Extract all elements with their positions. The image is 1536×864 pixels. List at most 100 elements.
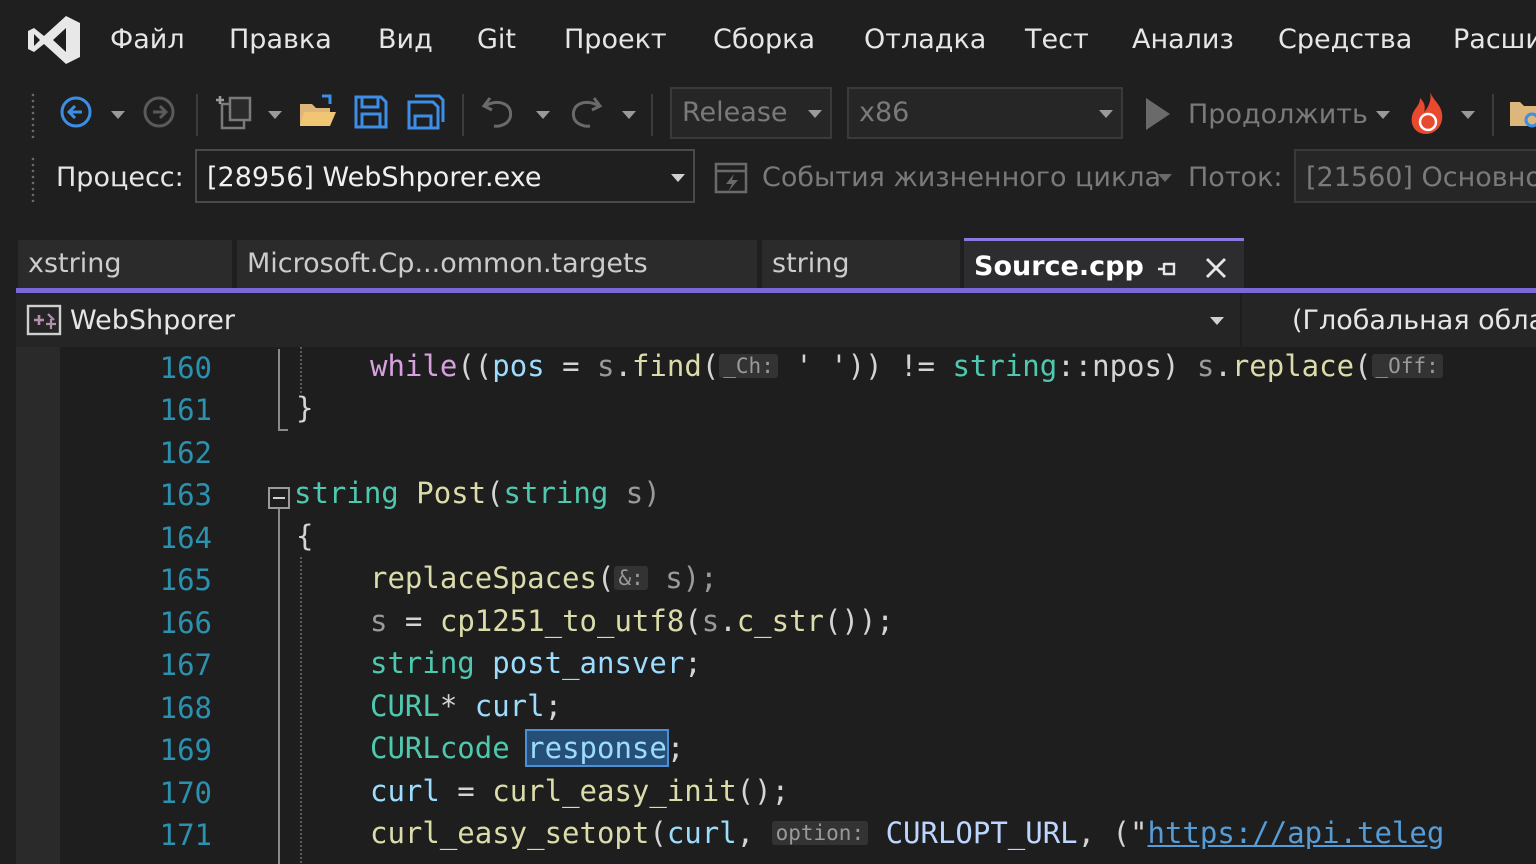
tab-string[interactable]: string bbox=[762, 240, 960, 290]
tab-label: Microsoft.Cp...ommon.targets bbox=[247, 248, 648, 279]
tab-microsoft-cpp-common-targets[interactable]: Microsoft.Cp...ommon.targets bbox=[237, 240, 757, 290]
url-link[interactable]: https://api.teleg bbox=[1147, 816, 1444, 850]
chevron-down-icon bbox=[1210, 317, 1224, 325]
solution-platform-select[interactable]: x86 bbox=[847, 87, 1123, 139]
line-number: 169 bbox=[159, 733, 212, 767]
hot-reload-icon[interactable] bbox=[1408, 90, 1450, 136]
lifecycle-events-icon[interactable] bbox=[714, 160, 750, 196]
tab-xstring[interactable]: xstring bbox=[18, 240, 232, 290]
code-line-164[interactable]: { bbox=[296, 519, 313, 553]
debug-location-toolbar: Процесс: [28956] WebShporer.exe События … bbox=[0, 146, 1536, 210]
menu-debug[interactable]: Отладка bbox=[864, 24, 986, 55]
document-tabs: xstring Microsoft.Cp...ommon.targets str… bbox=[0, 238, 1536, 292]
menu-extensions[interactable]: Расши bbox=[1453, 24, 1536, 55]
toolbar-grip[interactable] bbox=[30, 156, 36, 202]
process-label: Процесс: bbox=[56, 162, 184, 193]
navigation-bar: WebShporer (Глобальная обла bbox=[16, 293, 1536, 347]
line-number: 168 bbox=[159, 691, 212, 725]
code-line-161[interactable]: } bbox=[296, 391, 313, 425]
menu-tools[interactable]: Средства bbox=[1278, 24, 1412, 55]
tab-label: Source.cpp bbox=[974, 251, 1144, 282]
menu-test[interactable]: Тест bbox=[1025, 24, 1089, 55]
menu-git[interactable]: Git bbox=[477, 24, 516, 55]
line-number: 166 bbox=[159, 606, 212, 640]
close-tab-icon[interactable] bbox=[1204, 256, 1228, 280]
thread-label: Поток: bbox=[1188, 162, 1283, 193]
new-project-icon[interactable] bbox=[214, 94, 254, 132]
line-number: 162 bbox=[159, 436, 212, 470]
chevron-down-icon bbox=[1099, 110, 1113, 118]
line-number: 161 bbox=[159, 393, 212, 427]
back-dropdown-caret[interactable] bbox=[111, 111, 125, 119]
menu-project[interactable]: Проект bbox=[564, 24, 667, 55]
cpp-project-icon bbox=[26, 304, 62, 336]
code-line-170[interactable]: curl = curl_easy_init(); bbox=[370, 774, 789, 808]
navigate-forward-icon[interactable] bbox=[141, 94, 177, 130]
standard-toolbar: Release x86 Продолжить bbox=[0, 84, 1536, 146]
line-number: 171 bbox=[159, 818, 212, 852]
toolbar-grip[interactable] bbox=[30, 92, 36, 138]
undo-dropdown-caret[interactable] bbox=[536, 111, 550, 119]
chevron-down-icon bbox=[808, 110, 822, 118]
menu-file[interactable]: Файл bbox=[110, 24, 185, 55]
indicator-margin[interactable] bbox=[16, 347, 60, 864]
line-number: 165 bbox=[159, 563, 212, 597]
play-continue-icon[interactable] bbox=[1142, 96, 1174, 132]
code-editor[interactable]: 160 161 162 163 164 165 166 167 168 169 … bbox=[16, 347, 1536, 864]
redo-icon[interactable] bbox=[566, 94, 604, 130]
visual-studio-logo-icon[interactable] bbox=[26, 14, 82, 66]
line-number: 160 bbox=[159, 351, 212, 385]
process-value: [28956] WebShporer.exe bbox=[207, 162, 542, 193]
solution-platform-value: x86 bbox=[859, 97, 910, 128]
parameter-hint: option: bbox=[771, 821, 869, 845]
code-line-166[interactable]: s = cp1251_to_utf8(s.c_str()); bbox=[370, 604, 894, 638]
parameter-hint: _Off: bbox=[1371, 354, 1443, 378]
scope-dropdown[interactable]: (Глобальная обла bbox=[1292, 305, 1536, 336]
process-select[interactable]: [28956] WebShporer.exe bbox=[195, 149, 695, 203]
code-line-168[interactable]: CURL* curl; bbox=[370, 689, 562, 723]
chevron-down-icon bbox=[671, 174, 685, 182]
line-number: 167 bbox=[159, 648, 212, 682]
line-number: 163 bbox=[159, 478, 212, 512]
continue-dropdown-caret[interactable] bbox=[1376, 111, 1390, 119]
thread-value: [21560] Основно bbox=[1306, 162, 1536, 193]
tab-label: xstring bbox=[28, 248, 122, 279]
code-line-169[interactable]: CURLcode response; bbox=[370, 729, 684, 767]
collapse-block-icon[interactable] bbox=[268, 487, 290, 509]
solution-configuration-select[interactable]: Release bbox=[670, 87, 832, 139]
folder-search-icon[interactable] bbox=[1508, 96, 1536, 132]
project-name: WebShporer bbox=[70, 305, 235, 336]
lifecycle-dropdown-caret[interactable] bbox=[1158, 174, 1172, 182]
line-number: 164 bbox=[159, 521, 212, 555]
solution-configuration-value: Release bbox=[682, 97, 788, 128]
new-project-dropdown-caret[interactable] bbox=[268, 111, 282, 119]
lifecycle-events-button[interactable]: События жизненного цикла bbox=[762, 162, 1161, 193]
save-icon[interactable] bbox=[353, 94, 389, 130]
parameter-hint: _Ch: bbox=[719, 354, 778, 378]
redo-dropdown-caret[interactable] bbox=[622, 111, 636, 119]
continue-button-label[interactable]: Продолжить bbox=[1188, 99, 1368, 130]
menu-edit[interactable]: Правка bbox=[229, 24, 332, 55]
tab-source-cpp[interactable]: Source.cpp bbox=[964, 238, 1244, 290]
code-line-160[interactable]: while((pos = s.find(_Ch: ' ')) != string… bbox=[370, 349, 1443, 383]
code-line-171[interactable]: curl_easy_setopt(curl, option: CURLOPT_U… bbox=[370, 816, 1444, 850]
menu-analyze[interactable]: Анализ bbox=[1132, 24, 1234, 55]
save-all-icon[interactable] bbox=[407, 94, 445, 130]
line-number: 170 bbox=[159, 776, 212, 810]
code-line-167[interactable]: string post_ansver; bbox=[370, 646, 702, 680]
hot-reload-dropdown-caret[interactable] bbox=[1461, 111, 1475, 119]
navigate-back-icon[interactable] bbox=[58, 94, 94, 130]
selected-identifier: response bbox=[525, 729, 669, 767]
project-dropdown[interactable]: WebShporer bbox=[16, 293, 1238, 347]
menu-view[interactable]: Вид bbox=[378, 24, 433, 55]
pin-tab-icon[interactable] bbox=[1156, 259, 1178, 279]
thread-select[interactable]: [21560] Основно bbox=[1294, 149, 1536, 203]
menu-bar: Файл Правка Вид Git Проект Сборка Отладк… bbox=[0, 0, 1536, 84]
open-folder-icon[interactable] bbox=[298, 94, 338, 130]
code-line-163[interactable]: string Post(string s) bbox=[294, 476, 661, 510]
undo-icon[interactable] bbox=[480, 94, 518, 130]
tab-label: string bbox=[772, 248, 850, 279]
parameter-hint: &: bbox=[614, 566, 648, 590]
code-line-165[interactable]: replaceSpaces(&: s); bbox=[370, 561, 718, 595]
menu-build[interactable]: Сборка bbox=[713, 24, 815, 55]
